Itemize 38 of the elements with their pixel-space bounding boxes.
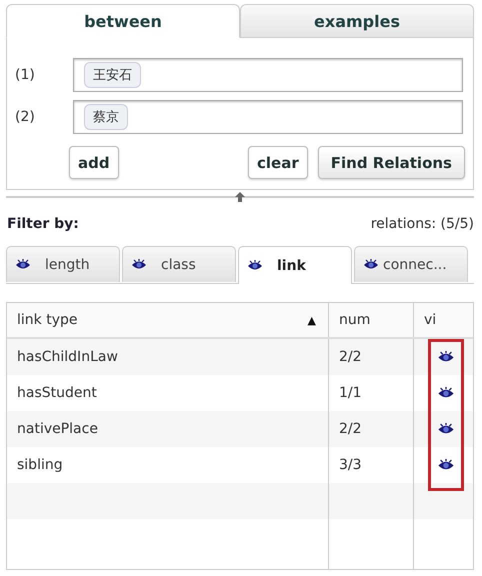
column-header[interactable]: vi xyxy=(414,303,473,337)
input-field[interactable]: 王安石 xyxy=(73,58,463,92)
eye-icon[interactable] xyxy=(436,422,454,436)
eye-icon xyxy=(131,258,147,270)
table-cell: 2/2 xyxy=(339,349,362,365)
eye-icon xyxy=(363,258,379,270)
filter-tab[interactable]: class xyxy=(122,246,236,282)
action-button[interactable]: clear xyxy=(248,146,308,179)
column-header[interactable]: num xyxy=(329,303,414,337)
eye-icon xyxy=(15,258,31,270)
eye-icon[interactable] xyxy=(436,350,454,364)
eye-icon[interactable] xyxy=(436,386,454,400)
table-cell: sibling xyxy=(17,457,63,473)
filter-label: Filter by: xyxy=(7,216,79,232)
table-cell: 1/1 xyxy=(339,385,362,401)
tab[interactable]: examples xyxy=(240,4,474,38)
filter-tab[interactable]: length xyxy=(6,246,120,282)
table-cell: 2/2 xyxy=(339,421,362,437)
field-label: (1) xyxy=(15,67,36,83)
eye-icon xyxy=(247,260,263,272)
action-button[interactable]: add xyxy=(69,146,119,179)
filter-tab[interactable]: link xyxy=(238,246,352,284)
table-cell: nativePlace xyxy=(17,421,98,437)
action-button[interactable]: Find Relations xyxy=(318,146,465,179)
table-cell: hasChildInLaw xyxy=(17,349,118,365)
splitter-handle-icon[interactable] xyxy=(235,192,245,202)
entity-chip[interactable]: 王安石 xyxy=(84,62,141,88)
eye-icon[interactable] xyxy=(436,458,454,472)
filter-tab[interactable]: connec... xyxy=(354,246,468,282)
table-cell: hasStudent xyxy=(17,385,97,401)
entity-chip[interactable]: 蔡京 xyxy=(84,104,128,130)
table-cell: 3/3 xyxy=(339,457,362,473)
sort-indicator[interactable]: ▲ xyxy=(308,314,316,326)
field-label: (2) xyxy=(15,109,36,125)
relations-count: relations: (5/5) xyxy=(370,216,474,232)
input-field[interactable]: 蔡京 xyxy=(73,100,463,134)
column-header[interactable]: link type ▲ xyxy=(7,303,329,337)
tab[interactable]: between xyxy=(6,4,240,38)
